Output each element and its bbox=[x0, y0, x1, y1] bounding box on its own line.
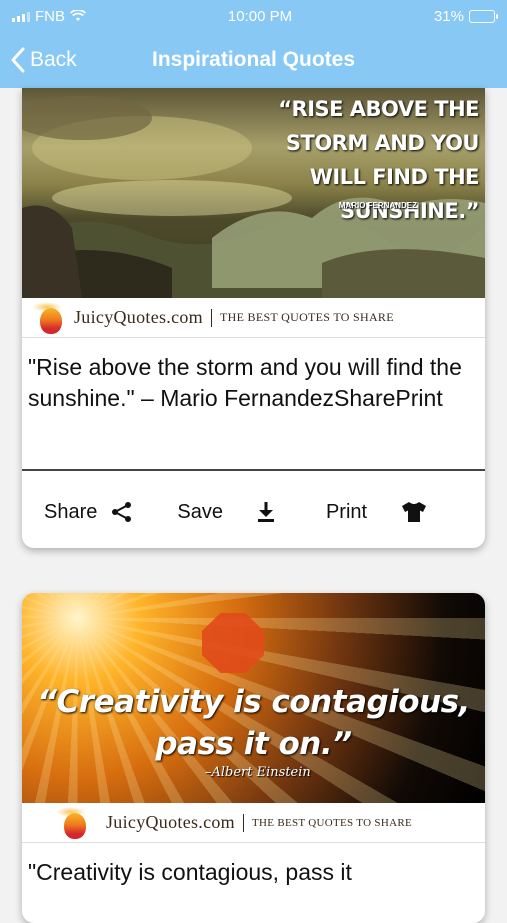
share-label: Share bbox=[44, 500, 98, 523]
card-actions: Share Save Print bbox=[22, 492, 485, 532]
share-icon bbox=[112, 502, 132, 522]
clock: 10:00 PM bbox=[227, 7, 293, 25]
lens-flare-art bbox=[202, 613, 264, 673]
brand-tagline: THE BEST QUOTES TO SHARE bbox=[251, 816, 412, 829]
card-divider bbox=[22, 469, 485, 471]
save-button[interactable]: Save bbox=[177, 501, 275, 524]
quote-image[interactable]: “Creativity is contagious, pass it on.” … bbox=[22, 593, 485, 803]
juice-logo-icon bbox=[50, 803, 98, 843]
print-label: Print bbox=[325, 500, 368, 523]
download-icon bbox=[257, 502, 274, 522]
chevron-left-icon bbox=[11, 47, 25, 73]
share-button[interactable]: Share bbox=[44, 501, 133, 524]
app-header: FNB 10:00 PM 31% Back Inspirational Quot… bbox=[0, 0, 507, 88]
brand-separator bbox=[210, 308, 212, 327]
signal-icon bbox=[12, 10, 30, 22]
status-bar: FNB 10:00 PM 31% bbox=[0, 0, 507, 32]
brand-banner: JuicyQuotes.com THE BEST QUOTES TO SHARE bbox=[22, 803, 485, 843]
quote-text: "Creativity is contagious, pass it bbox=[28, 859, 352, 885]
back-label: Back bbox=[30, 48, 77, 71]
navigation-bar: Back Inspirational Quotes bbox=[0, 32, 507, 88]
brand-banner: JuicyQuotes.com THE BEST QUOTES TO SHARE bbox=[22, 298, 485, 338]
quote-card: “RISE ABOVE THE STORM AND YOU WILL FIND … bbox=[22, 88, 485, 548]
quote-image[interactable]: “RISE ABOVE THE STORM AND YOU WILL FIND … bbox=[22, 88, 485, 298]
print-button[interactable]: Print bbox=[326, 501, 427, 524]
carrier-name: FNB bbox=[35, 7, 65, 25]
brand-name: JuicyQuotes.com bbox=[106, 812, 235, 832]
carrier-info: FNB bbox=[12, 8, 86, 25]
battery-percent: 31% bbox=[433, 7, 464, 25]
image-quote-author: –Albert Einstein bbox=[205, 765, 311, 780]
quote-card: “Creativity is contagious, pass it on.” … bbox=[22, 593, 485, 923]
save-label: Save bbox=[177, 500, 223, 523]
brand-separator bbox=[242, 813, 244, 832]
image-quote-text: “Creativity is contagious, pass it on.” bbox=[37, 684, 470, 762]
brand-name: JuicyQuotes.com bbox=[74, 307, 203, 327]
image-quote-author: MARIO FERNANDEZ bbox=[338, 201, 417, 210]
wifi-icon bbox=[70, 10, 86, 21]
brand-tagline: THE BEST QUOTES TO SHARE bbox=[219, 310, 394, 324]
back-button[interactable]: Back bbox=[0, 47, 77, 73]
quote-text: "Rise above the storm and you will find … bbox=[28, 354, 462, 411]
battery-icon bbox=[469, 9, 498, 23]
juice-logo-icon bbox=[26, 298, 74, 338]
battery-info: 31% bbox=[433, 7, 498, 25]
tshirt-icon bbox=[402, 502, 427, 522]
